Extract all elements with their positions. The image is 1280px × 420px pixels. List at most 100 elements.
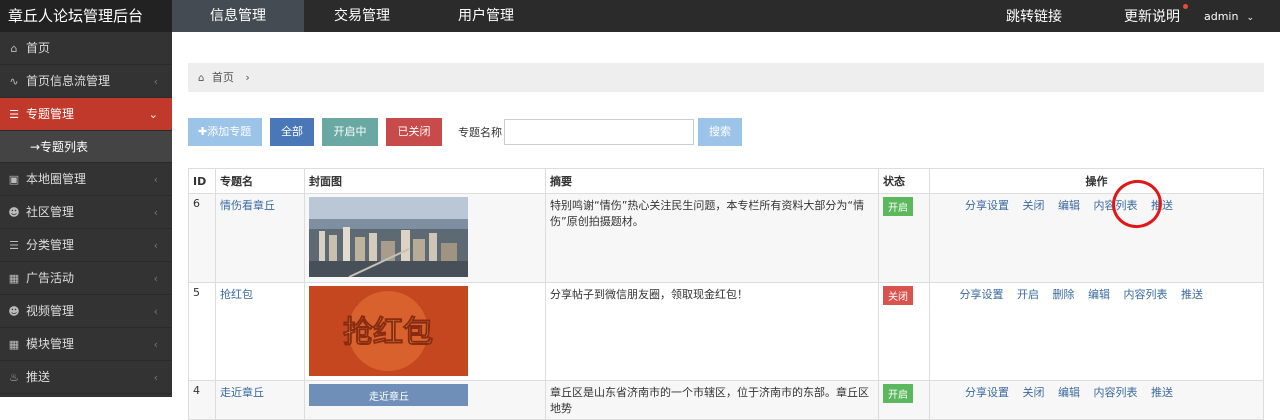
push-link[interactable]: 推送	[1151, 199, 1173, 212]
row-cover: 走近章丘	[304, 380, 546, 420]
close-link[interactable]: 关闭	[1023, 199, 1045, 212]
username: admin	[1203, 9, 1239, 23]
row-ops: 分享设置 开启 删除 编辑 内容列表 推送	[929, 282, 1264, 381]
chevron-down-icon: ⌄	[148, 107, 158, 121]
add-topic-button[interactable]: ✚添加专题	[188, 118, 262, 146]
sidebar-item-feed[interactable]: ∿ 首页信息流管理 ‹	[0, 65, 172, 98]
toolbar: ✚添加专题 全部 开启中 已关闭 专题名称 搜索	[188, 118, 750, 146]
sidebar-item-push[interactable]: ♨ 推送 ‹	[0, 361, 172, 394]
sidebar-item-label: 视频管理	[26, 303, 75, 318]
jump-link[interactable]: 跳转链接	[1006, 6, 1062, 26]
sidebar-item-label: 社区管理	[26, 204, 75, 219]
row-name: 走近章丘	[215, 380, 305, 420]
edit-link[interactable]: 编辑	[1088, 288, 1110, 301]
push-link[interactable]: 推送	[1181, 288, 1203, 301]
row-ops: 分享设置 关闭 编辑 内容列表 推送	[929, 193, 1264, 283]
sidebar-item-home[interactable]: ⌂ 首页	[0, 32, 172, 65]
content-list-link[interactable]: 内容列表	[1094, 386, 1138, 399]
sidebar-item-label: 分类管理	[26, 237, 75, 252]
filter-all-button[interactable]: 全部	[270, 118, 314, 146]
close-link[interactable]: 关闭	[1023, 386, 1045, 399]
users-icon: ☻	[8, 205, 20, 219]
sidebar-item-label: 推送	[26, 369, 51, 384]
tab-trade-management[interactable]: 交易管理	[304, 0, 420, 32]
content-list-link[interactable]: 内容列表	[1094, 199, 1138, 212]
sidebar-item-label: 首页	[26, 40, 51, 55]
row-status: 开启	[878, 380, 930, 420]
bell-icon: ♨	[9, 370, 19, 384]
chevron-left-icon: ‹	[153, 172, 158, 186]
list-icon: ☰	[9, 238, 19, 252]
tab-user-management[interactable]: 用户管理	[420, 0, 552, 32]
topic-name-link[interactable]: 走近章丘	[220, 386, 264, 399]
topic-name-link[interactable]: 情伤看章丘	[220, 199, 275, 212]
status-badge: 关闭	[883, 286, 913, 305]
filter-closed-button[interactable]: 已关闭	[386, 118, 442, 146]
table-row: 4 走近章丘 走近章丘 章丘区是山东省济南市的一个市辖区，位于济南市的东部。章丘…	[188, 380, 1264, 420]
sidebar-item-label: 专题管理	[26, 106, 75, 121]
brand-title: 章丘人论坛管理后台	[0, 0, 172, 32]
topics-table: ID 专题名 封面图 摘要 状态 操作 6 情伤看章丘 特别鸣谢“情伤”热心关注…	[188, 168, 1264, 420]
chevron-left-icon: ‹	[153, 337, 158, 351]
sidebar-item-label: 首页信息流管理	[26, 73, 111, 88]
row-id: 6	[188, 193, 216, 283]
chevron-left-icon: ‹	[153, 304, 158, 318]
cover-image-zhangqiu: 走近章丘	[309, 384, 468, 406]
open-link[interactable]: 开启	[1017, 288, 1039, 301]
home-icon: ⌂	[198, 73, 205, 84]
edit-link[interactable]: 编辑	[1058, 199, 1080, 212]
filter-open-button[interactable]: 开启中	[322, 118, 378, 146]
sidebar-item-community[interactable]: ☻ 社区管理 ‹	[0, 196, 172, 229]
row-name: 抢红包	[215, 282, 305, 381]
breadcrumb-home[interactable]: 首页	[212, 71, 234, 84]
topic-name-label: 专题名称	[458, 126, 502, 139]
cover-image-red-envelope: 抢红包	[309, 286, 468, 376]
sidebar-item-topic-list[interactable]: →专题列表	[0, 131, 172, 163]
sidebar: ⌂ 首页 ∿ 首页信息流管理 ‹ ☰ 专题管理 ⌄ →专题列表 ▣ 本地圈管理 ‹ ☻ 社区管理…	[0, 32, 172, 397]
chevron-down-icon: ⌄	[1246, 12, 1254, 23]
calendar-icon: ▦	[8, 271, 20, 285]
chevron-left-icon: ‹	[153, 74, 158, 88]
row-id: 5	[188, 282, 216, 381]
user-menu[interactable]: admin ⌄	[1204, 10, 1254, 23]
push-link[interactable]: 推送	[1151, 386, 1173, 399]
col-id: ID	[188, 168, 216, 194]
update-notes-link[interactable]: 更新说明	[1123, 4, 1188, 26]
row-id: 4	[188, 380, 216, 420]
sidebar-item-ads[interactable]: ▦ 广告活动 ‹	[0, 262, 172, 295]
sidebar-item-modules[interactable]: ▦ 模块管理 ‹	[0, 328, 172, 361]
sitemap-icon: ▦	[8, 337, 20, 351]
image-icon: ▣	[8, 172, 20, 186]
sidebar-item-label: 模块管理	[26, 336, 75, 351]
sidebar-item-local[interactable]: ▣ 本地圈管理 ‹	[0, 163, 172, 196]
row-status: 开启	[878, 193, 930, 283]
sidebar-item-video[interactable]: ☻ 视频管理 ‹	[0, 295, 172, 328]
row-summary: 特别鸣谢“情伤”热心关注民生问题，本专栏所有资料大部分为“情伤”原创拍摄题材。	[545, 193, 879, 283]
sidebar-item-category[interactable]: ☰ 分类管理 ‹	[0, 229, 172, 262]
edit-link[interactable]: 编辑	[1058, 386, 1080, 399]
search-button[interactable]: 搜索	[698, 118, 742, 146]
update-notes-label: 更新说明	[1123, 9, 1180, 25]
home-icon: ⌂	[10, 41, 18, 55]
chevron-left-icon: ‹	[153, 370, 158, 384]
content-list-link[interactable]: 内容列表	[1124, 288, 1168, 301]
topic-name-input[interactable]	[504, 119, 694, 145]
status-badge: 开启	[883, 197, 913, 216]
col-ops: 操作	[929, 168, 1264, 194]
sidebar-item-topics[interactable]: ☰ 专题管理 ⌄	[0, 98, 172, 131]
top-nav: 信息管理 交易管理 用户管理	[172, 0, 552, 32]
sidebar-item-label: 广告活动	[26, 270, 75, 285]
col-status: 状态	[878, 168, 930, 194]
topic-name-link[interactable]: 抢红包	[220, 288, 253, 301]
table-row: 5 抢红包 抢红包 分享帖子到微信朋友圈，领取现金红包！ 关闭 分享设置 开启 …	[188, 282, 1264, 381]
row-summary: 分享帖子到微信朋友圈，领取现金红包！	[545, 282, 879, 381]
list-icon: ☰	[9, 107, 19, 121]
col-summary: 摘要	[545, 168, 879, 194]
share-settings-link[interactable]: 分享设置	[960, 288, 1004, 301]
col-cover: 封面图	[304, 168, 546, 194]
row-status: 关闭	[878, 282, 930, 381]
delete-link[interactable]: 删除	[1053, 288, 1075, 301]
share-settings-link[interactable]: 分享设置	[965, 199, 1009, 212]
share-settings-link[interactable]: 分享设置	[965, 386, 1009, 399]
tab-info-management[interactable]: 信息管理	[172, 0, 304, 32]
